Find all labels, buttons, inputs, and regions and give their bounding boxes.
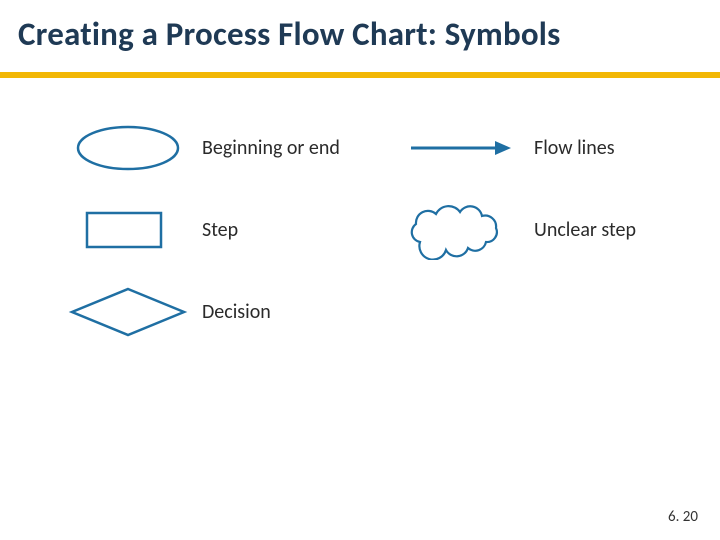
legend-item-decision: Decision [68,282,271,342]
decision-label: Decision [202,300,271,324]
legend-item-terminator: Beginning or end [68,118,340,178]
title-underline [0,72,720,78]
legend-item-unclear-step: Unclear step [400,200,636,260]
legend-item-flow-lines: Flow lines [400,118,615,178]
flow-lines-icon [400,118,520,178]
unclear-step-label: Unclear step [534,218,636,242]
step-label: Step [202,218,238,242]
terminator-label: Beginning or end [202,136,340,160]
step-icon [68,200,188,260]
cloud-icon [400,200,520,260]
legend-item-step: Step [68,200,238,260]
page-number: 6. 20 [668,508,698,526]
slide-title: Creating a Process Flow Chart: Symbols [18,14,560,54]
decision-icon [68,282,188,342]
flow-lines-label: Flow lines [534,136,615,160]
terminator-icon [68,118,188,178]
